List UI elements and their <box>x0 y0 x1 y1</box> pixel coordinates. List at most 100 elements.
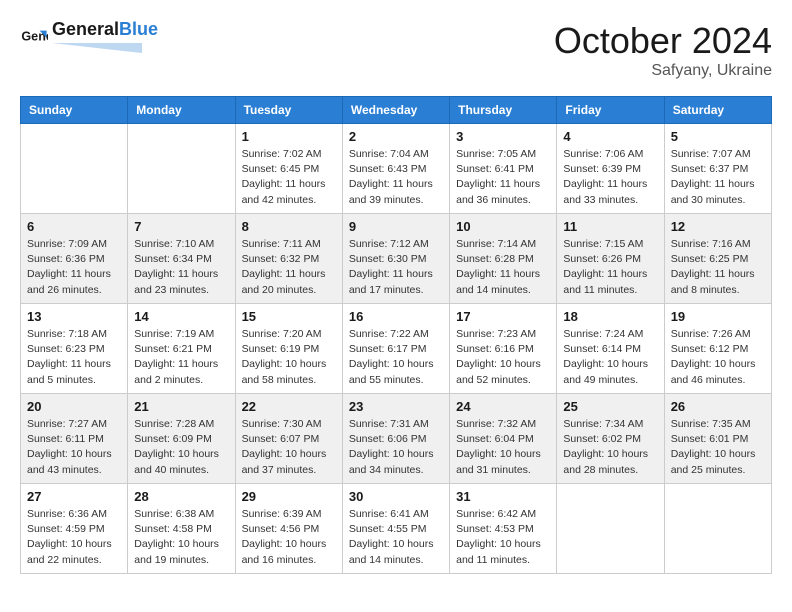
logo-icon: General <box>20 25 48 53</box>
day-number: 27 <box>27 489 121 504</box>
day-number: 22 <box>242 399 336 414</box>
day-info: Sunrise: 7:24 AMSunset: 6:14 PMDaylight:… <box>563 327 657 388</box>
calendar-cell: 15 Sunrise: 7:20 AMSunset: 6:19 PMDayligh… <box>235 304 342 394</box>
calendar-cell: 19 Sunrise: 7:26 AMSunset: 6:12 PMDayligh… <box>664 304 771 394</box>
calendar-cell: 5 Sunrise: 7:07 AMSunset: 6:37 PMDaylight… <box>664 124 771 214</box>
calendar-cell: 16Sunrise: 7:22 AMSunset: 6:17 PMDayligh… <box>342 304 449 394</box>
weekday-header: Tuesday <box>235 97 342 124</box>
calendar-cell: 27 Sunrise: 6:36 AMSunset: 4:59 PMDayligh… <box>21 484 128 574</box>
calendar-cell: 11 Sunrise: 7:15 AMSunset: 6:26 PMDayligh… <box>557 214 664 304</box>
calendar-cell: 25 Sunrise: 7:34 AMSunset: 6:02 PMDayligh… <box>557 394 664 484</box>
day-number: 20 <box>27 399 121 414</box>
day-number: 21 <box>134 399 228 414</box>
day-info: Sunrise: 7:20 AMSunset: 6:19 PMDaylight:… <box>242 327 336 388</box>
day-info: Sunrise: 7:12 AMSunset: 6:30 PMDaylight:… <box>349 237 443 298</box>
day-info: Sunrise: 7:16 AMSunset: 6:25 PMDaylight:… <box>671 237 765 298</box>
day-info: Sunrise: 6:36 AMSunset: 4:59 PMDaylight:… <box>27 507 121 568</box>
calendar-cell: 10 Sunrise: 7:14 AMSunset: 6:28 PMDayligh… <box>450 214 557 304</box>
day-info: Sunrise: 7:07 AMSunset: 6:37 PMDaylight:… <box>671 147 765 208</box>
day-info: Sunrise: 7:19 AMSunset: 6:21 PMDaylight:… <box>134 327 228 388</box>
day-number: 10 <box>456 219 550 234</box>
calendar-cell: 9 Sunrise: 7:12 AMSunset: 6:30 PMDaylight… <box>342 214 449 304</box>
day-info: Sunrise: 7:02 AMSunset: 6:45 PMDaylight:… <box>242 147 336 208</box>
calendar-cell: 24 Sunrise: 7:32 AMSunset: 6:04 PMDayligh… <box>450 394 557 484</box>
day-number: 28 <box>134 489 228 504</box>
day-info: Sunrise: 7:04 AMSunset: 6:43 PMDaylight:… <box>349 147 443 208</box>
day-number: 8 <box>242 219 336 234</box>
day-number: 14 <box>134 309 228 324</box>
page-header: General GeneralBlue October 2024 Safyany… <box>20 20 772 80</box>
weekday-header: Wednesday <box>342 97 449 124</box>
calendar-cell: 8 Sunrise: 7:11 AMSunset: 6:32 PMDaylight… <box>235 214 342 304</box>
calendar-cell: 31 Sunrise: 6:42 AMSunset: 4:53 PMDayligh… <box>450 484 557 574</box>
day-number: 19 <box>671 309 765 324</box>
day-info: Sunrise: 7:15 AMSunset: 6:26 PMDaylight:… <box>563 237 657 298</box>
day-number: 24 <box>456 399 550 414</box>
day-info: Sunrise: 6:41 AMSunset: 4:55 PMDaylight:… <box>349 507 443 568</box>
day-info: Sunrise: 7:28 AMSunset: 6:09 PMDaylight:… <box>134 417 228 478</box>
day-number: 11 <box>563 219 657 234</box>
day-number: 4 <box>563 129 657 144</box>
weekday-header: Thursday <box>450 97 557 124</box>
day-info: Sunrise: 6:39 AMSunset: 4:56 PMDaylight:… <box>242 507 336 568</box>
calendar-cell: 7 Sunrise: 7:10 AMSunset: 6:34 PMDaylight… <box>128 214 235 304</box>
calendar-cell: 14 Sunrise: 7:19 AMSunset: 6:21 PMDayligh… <box>128 304 235 394</box>
weekday-header: Sunday <box>21 97 128 124</box>
weekday-header: Monday <box>128 97 235 124</box>
calendar-cell: 13 Sunrise: 7:18 AMSunset: 6:23 PMDayligh… <box>21 304 128 394</box>
calendar-cell: 2 Sunrise: 7:04 AMSunset: 6:43 PMDaylight… <box>342 124 449 214</box>
day-info: Sunrise: 6:42 AMSunset: 4:53 PMDaylight:… <box>456 507 550 568</box>
day-info: Sunrise: 7:35 AMSunset: 6:01 PMDaylight:… <box>671 417 765 478</box>
calendar-cell: 29 Sunrise: 6:39 AMSunset: 4:56 PMDayligh… <box>235 484 342 574</box>
calendar-cell: 23Sunrise: 7:31 AMSunset: 6:06 PMDayligh… <box>342 394 449 484</box>
title-area: October 2024 Safyany, Ukraine <box>554 20 772 80</box>
day-info: Sunrise: 7:10 AMSunset: 6:34 PMDaylight:… <box>134 237 228 298</box>
day-info: Sunrise: 7:05 AMSunset: 6:41 PMDaylight:… <box>456 147 550 208</box>
day-info: Sunrise: 7:09 AMSunset: 6:36 PMDaylight:… <box>27 237 121 298</box>
calendar-header-row: SundayMondayTuesdayWednesdayThursdayFrid… <box>21 97 772 124</box>
location: Safyany, Ukraine <box>554 62 772 80</box>
day-info: Sunrise: 7:06 AMSunset: 6:39 PMDaylight:… <box>563 147 657 208</box>
day-info: Sunrise: 7:11 AMSunset: 6:32 PMDaylight:… <box>242 237 336 298</box>
day-number: 25 <box>563 399 657 414</box>
calendar-cell <box>664 484 771 574</box>
day-number: 7 <box>134 219 228 234</box>
day-number: 30 <box>349 489 443 504</box>
day-number: 17 <box>456 309 550 324</box>
calendar-week-row: 6Sunrise: 7:09 AMSunset: 6:36 PMDaylight… <box>21 214 772 304</box>
day-number: 3 <box>456 129 550 144</box>
day-number: 5 <box>671 129 765 144</box>
calendar-cell: 20 Sunrise: 7:27 AMSunset: 6:11 PMDayligh… <box>21 394 128 484</box>
day-info: Sunrise: 7:30 AMSunset: 6:07 PMDaylight:… <box>242 417 336 478</box>
day-number: 9 <box>349 219 443 234</box>
day-info: Sunrise: 7:18 AMSunset: 6:23 PMDaylight:… <box>27 327 121 388</box>
month-title: October 2024 <box>554 20 772 62</box>
day-info: Sunrise: 7:26 AMSunset: 6:12 PMDaylight:… <box>671 327 765 388</box>
calendar-cell: 4 Sunrise: 7:06 AMSunset: 6:39 PMDaylight… <box>557 124 664 214</box>
day-info: Sunrise: 7:27 AMSunset: 6:11 PMDaylight:… <box>27 417 121 478</box>
day-number: 29 <box>242 489 336 504</box>
calendar-cell <box>21 124 128 214</box>
calendar-cell: 28 Sunrise: 6:38 AMSunset: 4:58 PMDayligh… <box>128 484 235 574</box>
day-number: 2 <box>349 129 443 144</box>
calendar-cell: 22 Sunrise: 7:30 AMSunset: 6:07 PMDayligh… <box>235 394 342 484</box>
day-info: Sunrise: 7:34 AMSunset: 6:02 PMDaylight:… <box>563 417 657 478</box>
day-info: Sunrise: 7:14 AMSunset: 6:28 PMDaylight:… <box>456 237 550 298</box>
day-info: Sunrise: 7:31 AMSunset: 6:06 PMDaylight:… <box>349 417 443 478</box>
calendar-cell: 26 Sunrise: 7:35 AMSunset: 6:01 PMDayligh… <box>664 394 771 484</box>
calendar-cell: 30 Sunrise: 6:41 AMSunset: 4:55 PMDayligh… <box>342 484 449 574</box>
day-info: Sunrise: 6:38 AMSunset: 4:58 PMDaylight:… <box>134 507 228 568</box>
day-info: Sunrise: 7:32 AMSunset: 6:04 PMDaylight:… <box>456 417 550 478</box>
day-number: 15 <box>242 309 336 324</box>
day-number: 16 <box>349 309 443 324</box>
day-number: 31 <box>456 489 550 504</box>
calendar-cell: 12Sunrise: 7:16 AMSunset: 6:25 PMDayligh… <box>664 214 771 304</box>
calendar-cell <box>557 484 664 574</box>
day-number: 26 <box>671 399 765 414</box>
calendar-cell: 3 Sunrise: 7:05 AMSunset: 6:41 PMDaylight… <box>450 124 557 214</box>
day-number: 13 <box>27 309 121 324</box>
calendar-week-row: 27 Sunrise: 6:36 AMSunset: 4:59 PMDayligh… <box>21 484 772 574</box>
calendar-cell: 6Sunrise: 7:09 AMSunset: 6:36 PMDaylight… <box>21 214 128 304</box>
calendar-cell <box>128 124 235 214</box>
calendar-cell: 1Sunrise: 7:02 AMSunset: 6:45 PMDaylight… <box>235 124 342 214</box>
